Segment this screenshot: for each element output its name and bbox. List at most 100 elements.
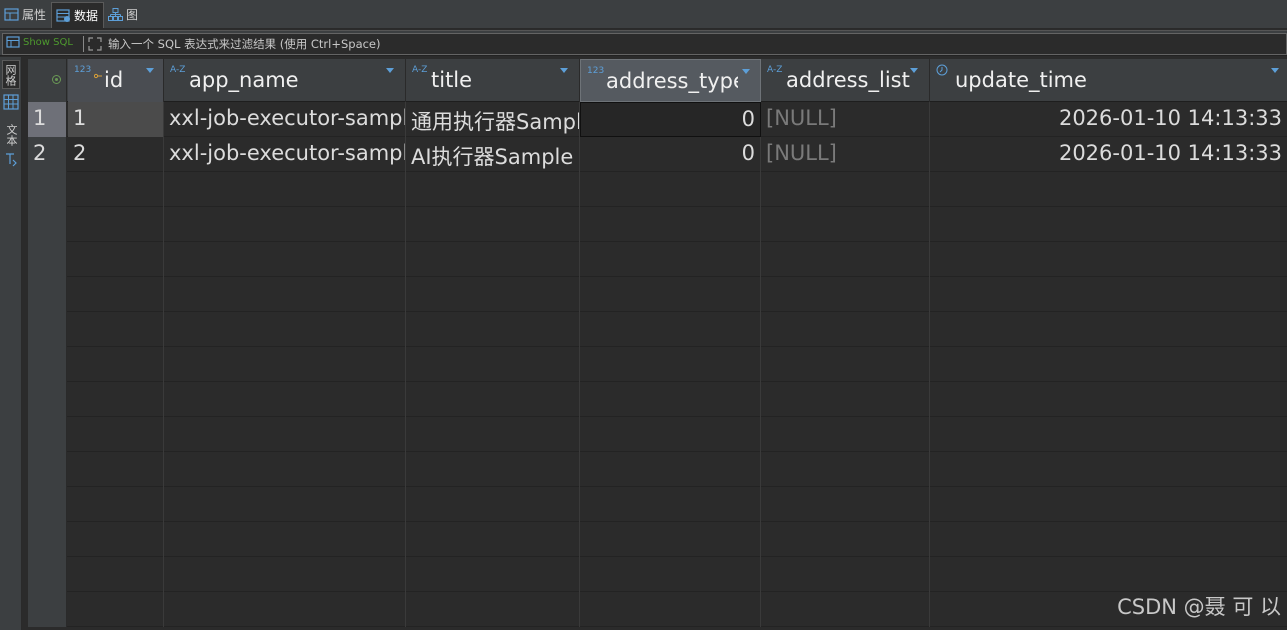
row-number[interactable]: 2	[28, 137, 67, 172]
column-header-address-list[interactable]: A-Z address_list	[761, 59, 930, 102]
row-number[interactable]: 1	[28, 102, 67, 137]
cell-id[interactable]: 2	[68, 137, 164, 172]
empty-cell	[406, 452, 580, 487]
row-number	[28, 172, 67, 207]
text-type-icon: A-Z	[412, 65, 428, 75]
empty-cell	[406, 207, 580, 242]
empty-cell	[580, 487, 761, 522]
empty-cell	[930, 487, 1287, 522]
tab-properties[interactable]: 属性	[0, 0, 51, 28]
column-header-app-name[interactable]: A-Z app_name	[164, 59, 406, 102]
expand-icon[interactable]	[88, 37, 102, 51]
empty-cell	[164, 347, 406, 382]
empty-cell	[68, 382, 164, 417]
text-type-icon: A-Z	[170, 65, 186, 75]
sort-arrow-icon[interactable]	[910, 68, 918, 73]
show-sql-button[interactable]: Show SQL	[6, 36, 73, 48]
column-header-id[interactable]: 123 id	[68, 59, 164, 102]
sort-arrow-icon[interactable]	[560, 68, 568, 73]
row-number	[28, 347, 67, 382]
sort-arrow-icon[interactable]	[742, 69, 750, 74]
column-name-address-list: address_list	[786, 68, 910, 92]
cell-address-type[interactable]: 0	[580, 102, 761, 137]
empty-cell	[68, 452, 164, 487]
table-row[interactable]: 2 2 xxl-job-executor-sample AI执行器Sample …	[28, 137, 1287, 172]
column-header-address-type[interactable]: 123 address_type	[580, 59, 761, 102]
side-tab-grid[interactable]: 网格	[2, 60, 20, 89]
empty-cell	[68, 347, 164, 382]
row-number	[28, 452, 67, 487]
empty-cell	[406, 417, 580, 452]
cell-app-name[interactable]: xxl-job-executor-sample	[164, 102, 406, 137]
empty-cell	[68, 312, 164, 347]
cell-title[interactable]: 通用执行器Sample	[406, 102, 580, 137]
empty-cell	[164, 382, 406, 417]
empty-cell	[580, 592, 761, 627]
empty-cell	[164, 312, 406, 347]
row-number	[28, 382, 67, 417]
empty-cell	[761, 207, 930, 242]
empty-cell	[930, 242, 1287, 277]
empty-row	[28, 522, 1287, 557]
empty-cell	[68, 277, 164, 312]
empty-cell	[761, 172, 930, 207]
numeric-type-icon: 123	[74, 65, 92, 75]
tab-data[interactable]: 数据	[51, 2, 105, 28]
empty-cell	[68, 242, 164, 277]
cell-address-type[interactable]: 0	[580, 137, 761, 172]
empty-cell	[580, 452, 761, 487]
filter-input[interactable]	[108, 35, 1278, 53]
cell-address-list[interactable]: [NULL]	[761, 102, 930, 137]
cell-update-time[interactable]: 2026-01-10 14:13:33	[930, 102, 1287, 137]
watermark: CSDN @聂 可 以	[1117, 595, 1281, 619]
empty-cell	[68, 522, 164, 557]
toolbar-separator	[83, 36, 84, 52]
empty-cell	[761, 382, 930, 417]
filter-bar: Show SQL	[0, 30, 1287, 56]
text-type-icon: A-Z	[767, 65, 783, 75]
empty-cell	[406, 592, 580, 627]
empty-cell	[930, 312, 1287, 347]
empty-cell	[761, 487, 930, 522]
cell-id[interactable]: 1	[68, 102, 164, 137]
text-mode-icon[interactable]	[3, 151, 19, 167]
empty-cell	[164, 452, 406, 487]
numeric-type-icon: 123	[587, 66, 605, 76]
empty-row	[28, 382, 1287, 417]
empty-cell	[164, 207, 406, 242]
grid-icon[interactable]	[3, 94, 19, 110]
empty-cell	[761, 242, 930, 277]
sort-arrow-icon[interactable]	[146, 68, 154, 73]
empty-cell	[580, 347, 761, 382]
clock-icon	[936, 64, 948, 76]
column-header-title[interactable]: A-Z title	[406, 59, 580, 102]
column-header-update-time[interactable]: update_time	[930, 59, 1287, 102]
empty-cell	[580, 557, 761, 592]
empty-cell	[406, 312, 580, 347]
row-number	[28, 592, 67, 627]
tab-diagram[interactable]: 图	[104, 0, 143, 28]
empty-row	[28, 172, 1287, 207]
diagram-icon	[108, 7, 124, 21]
empty-cell	[761, 557, 930, 592]
empty-cell	[406, 347, 580, 382]
empty-row	[28, 277, 1287, 312]
sort-arrow-icon[interactable]	[1271, 68, 1279, 73]
empty-cell	[68, 207, 164, 242]
row-number-header[interactable]	[28, 59, 67, 102]
cell-address-list[interactable]: [NULL]	[761, 137, 930, 172]
table-row[interactable]: 1 1 xxl-job-executor-sample 通用执行器Sample …	[28, 102, 1287, 137]
empty-cell	[930, 557, 1287, 592]
show-sql-label: Show SQL	[23, 36, 73, 48]
sort-arrow-icon[interactable]	[386, 68, 394, 73]
side-tab-text[interactable]: 文本	[2, 121, 20, 149]
grid-header: 123 id A-Z app_name A-Z title 123 addres…	[28, 59, 1287, 102]
cell-app-name[interactable]: xxl-job-executor-sample	[164, 137, 406, 172]
row-number	[28, 207, 67, 242]
empty-row	[28, 312, 1287, 347]
row-number	[28, 417, 67, 452]
key-icon	[94, 73, 102, 79]
table-icon	[6, 36, 20, 48]
cell-title[interactable]: AI执行器Sample	[406, 137, 580, 172]
cell-update-time[interactable]: 2026-01-10 14:13:33	[930, 137, 1287, 172]
